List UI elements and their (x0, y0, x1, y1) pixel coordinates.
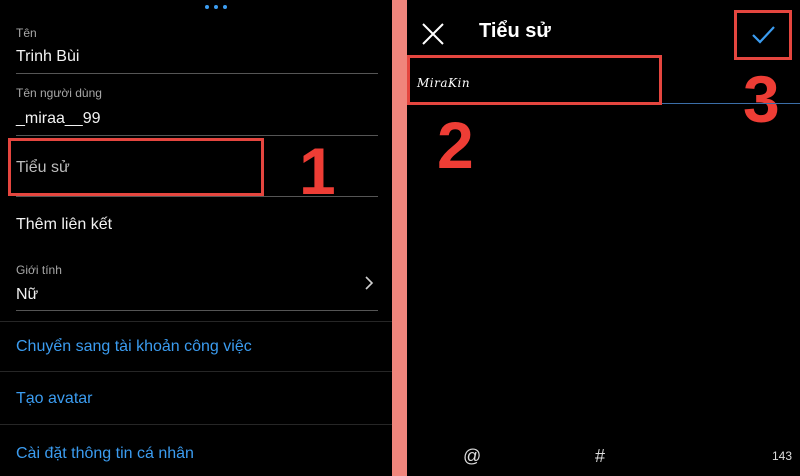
switch-to-business-link[interactable]: Chuyển sang tài khoản công việc (16, 338, 252, 356)
close-icon[interactable] (419, 20, 447, 48)
hashtag-key[interactable]: # (595, 446, 605, 467)
chevron-right-icon[interactable] (362, 274, 376, 292)
gender-underline (16, 310, 378, 311)
link-divider (0, 371, 392, 372)
link-divider (0, 424, 392, 425)
name-field[interactable]: Trinh Bùi (16, 48, 79, 66)
highlight-box-bio (8, 138, 264, 196)
name-label: Tên (16, 26, 37, 40)
section-divider (0, 321, 392, 322)
character-counter: 143 (771, 449, 792, 463)
add-link-item[interactable]: Thêm liên kết (16, 216, 112, 234)
page-title: Tiểu sử (479, 20, 551, 42)
step-2-marker: 2 (437, 108, 474, 182)
personal-info-settings-link[interactable]: Cài đặt thông tin cá nhân (16, 445, 194, 463)
name-underline (16, 73, 378, 74)
step-3-marker: 3 (743, 62, 780, 136)
gender-field[interactable]: Nữ (16, 286, 38, 304)
bio-editor-panel: Tiểu sử 3 MiraKin 2 @ # 143 (407, 0, 800, 476)
step-1-marker: 1 (299, 134, 336, 208)
highlight-box-confirm (734, 10, 792, 60)
panel-divider (392, 0, 407, 476)
username-label: Tên người dùng (16, 86, 102, 100)
create-avatar-link[interactable]: Tạo avatar (16, 390, 92, 408)
username-field[interactable]: _miraa__99 (16, 110, 101, 128)
top-cut-off-link (205, 0, 245, 9)
edit-profile-panel: Tên Trinh Bùi Tên người dùng _miraa__99 … (0, 0, 392, 476)
gender-label: Giới tính (16, 263, 62, 277)
highlight-box-bio-input (407, 55, 662, 105)
at-sign-key[interactable]: @ (463, 446, 481, 467)
